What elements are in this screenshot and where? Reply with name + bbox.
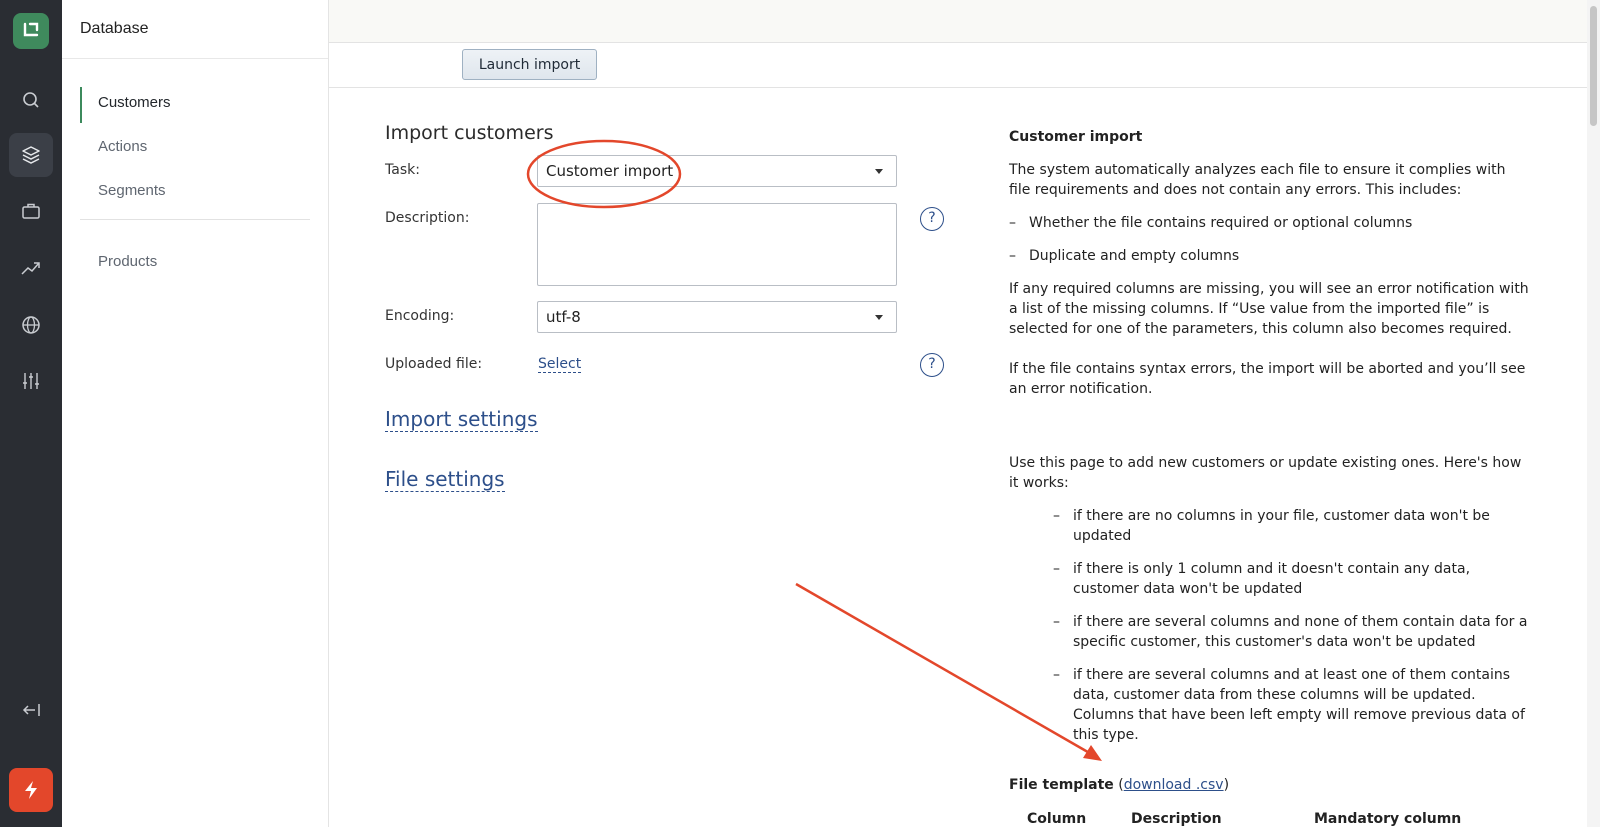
collapse-icon[interactable] bbox=[9, 688, 53, 732]
sidebar-item-customers[interactable]: Customers bbox=[80, 87, 310, 131]
rules-list: if there are no columns in your file, cu… bbox=[1053, 506, 1529, 745]
top-strip bbox=[329, 0, 1587, 43]
template-paren-close: ) bbox=[1223, 777, 1230, 793]
help-panel: Customer import The system automatically… bbox=[1009, 127, 1529, 827]
column-header: Column bbox=[1027, 811, 1087, 827]
help-paragraph-1: The system automatically analyzes each f… bbox=[1009, 162, 1506, 198]
import-form: Import customers Task: Customer import D… bbox=[385, 122, 945, 492]
import-settings-link[interactable]: Import settings bbox=[385, 407, 538, 432]
column-header: Mandatory column bbox=[1314, 811, 1462, 827]
logo-icon[interactable] bbox=[13, 13, 49, 49]
list-item: Whether the file contains required or op… bbox=[1009, 213, 1529, 233]
encoding-select-value: utf-8 bbox=[546, 308, 581, 326]
task-select-value: Customer import bbox=[546, 162, 674, 180]
briefcase-icon[interactable] bbox=[9, 189, 53, 233]
description-help-icon[interactable]: ? bbox=[920, 207, 944, 231]
description-label: Description: bbox=[385, 210, 470, 226]
scrollbar[interactable] bbox=[1587, 0, 1600, 827]
template-table-header: Column Description Mandatory column bbox=[1009, 809, 1529, 827]
sidebar: Database Customers Actions Segments Prod… bbox=[62, 0, 329, 827]
trend-icon[interactable] bbox=[9, 246, 53, 290]
sidebar-title: Database bbox=[62, 0, 328, 59]
file-help-icon[interactable]: ? bbox=[920, 353, 944, 377]
help-paragraph-3: If the file contains syntax errors, the … bbox=[1009, 361, 1526, 397]
file-select-link[interactable]: Select bbox=[538, 356, 582, 373]
form-title: Import customers bbox=[385, 122, 554, 144]
bolt-icon[interactable] bbox=[9, 768, 53, 812]
list-item: if there is only 1 column and it doesn't… bbox=[1053, 559, 1529, 599]
encoding-select[interactable]: utf-8 bbox=[537, 301, 897, 333]
file-template-label: File template bbox=[1009, 777, 1114, 793]
sidebar-item-segments[interactable]: Segments bbox=[80, 175, 310, 219]
sidebar-item-products[interactable]: Products bbox=[80, 246, 310, 290]
app-rail bbox=[0, 0, 62, 827]
chevron-down-icon bbox=[875, 169, 883, 174]
chevron-down-icon bbox=[875, 315, 883, 320]
list-item: if there are several columns and at leas… bbox=[1053, 665, 1529, 745]
task-label: Task: bbox=[385, 162, 420, 178]
list-item: if there are no columns in your file, cu… bbox=[1053, 506, 1529, 546]
task-select[interactable]: Customer import bbox=[537, 155, 897, 187]
template-paren-open: ( bbox=[1113, 777, 1124, 793]
file-select-wrap: Select bbox=[538, 356, 582, 373]
sliders-icon[interactable] bbox=[9, 359, 53, 403]
help-title: Customer import bbox=[1009, 129, 1143, 145]
file-template-row: File template (download .csv) bbox=[1009, 775, 1529, 795]
sidebar-item-actions[interactable]: Actions bbox=[80, 131, 310, 175]
description-field[interactable] bbox=[537, 203, 897, 286]
download-csv-link[interactable]: download .csv bbox=[1124, 777, 1224, 793]
toolbar: Launch import bbox=[329, 43, 1587, 88]
search-icon[interactable] bbox=[9, 78, 53, 122]
globe-icon[interactable] bbox=[9, 303, 53, 347]
column-header: Description bbox=[1131, 811, 1222, 827]
file-settings-link[interactable]: File settings bbox=[385, 467, 505, 492]
scrollbar-thumb[interactable] bbox=[1590, 6, 1597, 126]
encoding-label: Encoding: bbox=[385, 308, 455, 324]
sidebar-nav: Customers Actions Segments Products bbox=[80, 87, 310, 290]
help-paragraph-4: Use this page to add new customers or up… bbox=[1009, 455, 1522, 491]
uploaded-file-label: Uploaded file: bbox=[385, 356, 483, 372]
sidebar-divider bbox=[80, 219, 310, 220]
list-item: Duplicate and empty columns bbox=[1009, 246, 1529, 266]
layers-icon[interactable] bbox=[9, 133, 53, 177]
help-paragraph-2: If any required columns are missing, you… bbox=[1009, 281, 1529, 337]
list-item: if there are several columns and none of… bbox=[1053, 612, 1529, 652]
launch-import-button[interactable]: Launch import bbox=[462, 49, 597, 80]
